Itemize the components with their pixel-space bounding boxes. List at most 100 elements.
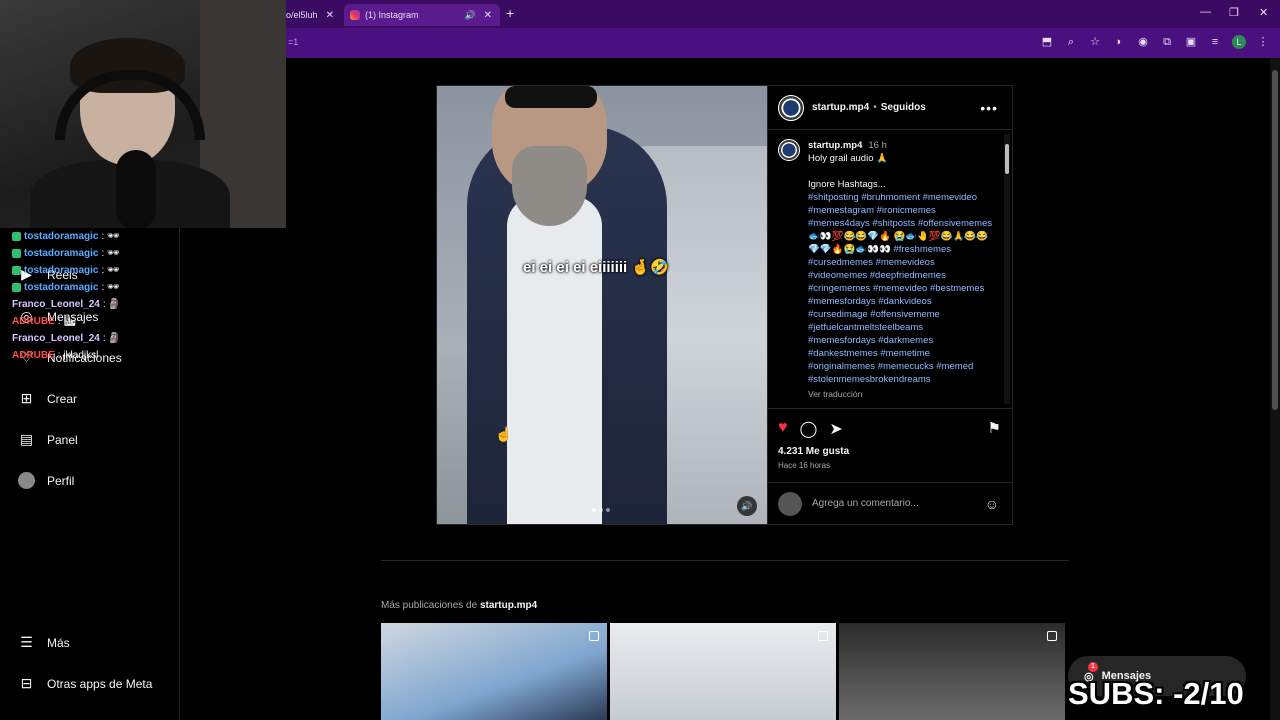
url-field[interactable]: =1 [288, 37, 298, 47]
avatar [778, 491, 802, 516]
puzzle-icon[interactable]: ⧉ [1160, 35, 1174, 49]
carousel-dot [592, 508, 596, 512]
extension-icon[interactable]: ◗ [1112, 35, 1126, 49]
more-options-icon[interactable]: ••• [980, 100, 998, 116]
close-icon[interactable]: ✕ [326, 10, 334, 21]
chat-username: Franco_Leonel_24 [12, 333, 100, 344]
subs-counter-overlay: SUBS: -2/10 [1068, 676, 1244, 711]
chat-message: : 🕶 [101, 231, 120, 242]
sidebar-item-create[interactable]: ⊞ Crear [18, 390, 77, 407]
chat-message: : 🗿 [102, 333, 121, 344]
screenshot-icon[interactable]: ▣ [1184, 35, 1198, 49]
sidebar-item-profile[interactable]: Perfil [18, 472, 74, 489]
chat-badge-icon [12, 283, 21, 292]
chat-line: ADRUBE: jkladjksl [12, 347, 172, 364]
install-icon[interactable]: ⬒ [1040, 35, 1054, 49]
post-thumbnail[interactable] [381, 623, 607, 720]
plus-square-icon: ⊞ [20, 390, 33, 406]
chat-message: : jkladjksl [57, 350, 99, 361]
page-scrollbar[interactable] [1270, 58, 1280, 720]
mouse-cursor-icon: ☝ [495, 426, 513, 442]
carousel-dot [606, 508, 610, 512]
speaker-icon[interactable]: 🔊 [465, 10, 476, 21]
video-caption: ei ei ei ei eiiiiiii 🤞🤣 [523, 259, 669, 276]
emoji-icon[interactable]: ☺ [985, 496, 999, 512]
chat-username: tostadoramagic [24, 248, 99, 259]
scrollbar-thumb[interactable] [1005, 144, 1009, 174]
new-tab-button[interactable]: + [506, 5, 514, 21]
star-icon[interactable]: ☆ [1088, 35, 1102, 49]
post-thumbnail[interactable] [610, 623, 836, 720]
chat-username: Franco_Leonel_24 [12, 299, 100, 310]
kebab-menu-icon[interactable]: ⋮ [1256, 35, 1270, 49]
close-icon[interactable]: ✕ [484, 10, 492, 21]
comment-input[interactable]: Agrega un comentario... [812, 498, 919, 509]
comment-icon[interactable]: ◯ [800, 419, 818, 439]
chat-line: tostadoramagic: 🕶 [12, 262, 172, 279]
extension-icon[interactable]: ◉ [1136, 35, 1150, 49]
post-header: startup.mp4 • Seguidos ••• [768, 86, 1012, 130]
like-heart-icon[interactable]: ♥ [778, 419, 788, 439]
avatar[interactable] [778, 94, 804, 121]
chart-icon: ▤ [19, 431, 34, 447]
sidebar-item-meta-apps[interactable]: ⊟ Otras apps de Meta [18, 675, 153, 692]
menu-icon: ☰ [20, 634, 33, 650]
meta-apps-icon: ⊟ [20, 675, 33, 691]
description-username[interactable]: startup.mp4 [808, 140, 862, 151]
post-username[interactable]: startup.mp4 [812, 102, 869, 113]
post-video[interactable]: ei ei ei ei eiiiiiii 🤞🤣 ☝ 🔊 [437, 86, 767, 524]
scrollbar-thumb[interactable] [1272, 70, 1278, 410]
carousel-icon [818, 631, 828, 641]
video-person-shirt [507, 196, 602, 524]
tab-label: (1) Instagram [365, 10, 419, 20]
chat-line: Franco_Leonel_24: 🗿 [12, 330, 172, 347]
restore-button[interactable]: ❐ [1229, 6, 1239, 19]
sidebar-item-panel[interactable]: ▤ Panel [18, 431, 78, 448]
more-posts-grid [381, 623, 1065, 720]
avatar-icon [18, 472, 35, 489]
divider [381, 560, 1069, 561]
profile-avatar[interactable]: L [1232, 35, 1246, 49]
media-icon[interactable]: ≡ [1208, 35, 1222, 49]
more-posts-username[interactable]: startup.mp4 [480, 600, 537, 611]
post-timestamp: Hace 16 horas [778, 461, 831, 470]
zoom-icon[interactable]: ⌕ [1064, 35, 1078, 49]
sidebar-item-label: Perfil [47, 473, 75, 488]
description-scrollbar[interactable] [1004, 134, 1010, 404]
chat-username: tostadoramagic [24, 282, 99, 293]
browser-tab-instagram[interactable]: (1) Instagram 🔊 ✕ [344, 4, 500, 26]
browser-tab-other[interactable]: o/el5luh ✕ [286, 4, 342, 26]
audio-toggle-button[interactable]: 🔊 [737, 496, 757, 516]
toolbar-icons: ⬒ ⌕ ☆ ◗ ◉ ⧉ ▣ ≡ L ⋮ [1040, 35, 1270, 49]
post-thumbnail[interactable] [839, 623, 1065, 720]
bookmark-icon[interactable]: ⚑ [988, 419, 1001, 437]
chat-badge-icon [12, 249, 21, 258]
sidebar-item-label: Más [47, 635, 70, 650]
chat-username: ADRUBE [12, 350, 55, 361]
chat-message: : 🕶 [101, 265, 120, 276]
description-line: Ignore Hashtags... [808, 179, 886, 190]
sidebar-item-more[interactable]: ☰ Más [18, 634, 70, 651]
separator: • [873, 102, 877, 113]
minimize-button[interactable]: — [1200, 6, 1211, 18]
chat-username: ADRUBE [12, 316, 55, 327]
close-window-button[interactable]: ✕ [1259, 6, 1268, 19]
instagram-favicon-icon [350, 10, 360, 20]
post-modal: ei ei ei ei eiiiiiii 🤞🤣 ☝ 🔊 startup.mp4 … [436, 85, 1013, 525]
more-posts-title: Más publicaciones de startup.mp4 [381, 600, 537, 611]
share-icon[interactable]: ➤ [829, 419, 842, 439]
stream-chat-overlay: tostadoramagic: 🕶 tostadoramagic: 🕶 tost… [12, 228, 172, 364]
chat-badge-icon [12, 232, 21, 241]
like-count[interactable]: 4.231 Me gusta [778, 446, 1003, 457]
chat-message: : 🕶 [101, 248, 120, 259]
chat-username: tostadoramagic [24, 265, 99, 276]
post-description: startup.mp4 16 h Holy grail audio 🙏 Ignor… [768, 131, 1003, 406]
avatar[interactable] [778, 139, 800, 161]
chat-message: : 🕶 [101, 282, 120, 293]
following-button[interactable]: Seguidos [881, 102, 926, 113]
hashtags[interactable]: #shitposting #bruhmoment #memevideo #mem… [808, 191, 993, 386]
chat-username: tostadoramagic [24, 231, 99, 242]
translate-link[interactable]: Ver traducción [808, 388, 993, 401]
chat-message: : 🏙 [57, 316, 77, 327]
carousel-dot [599, 508, 603, 512]
